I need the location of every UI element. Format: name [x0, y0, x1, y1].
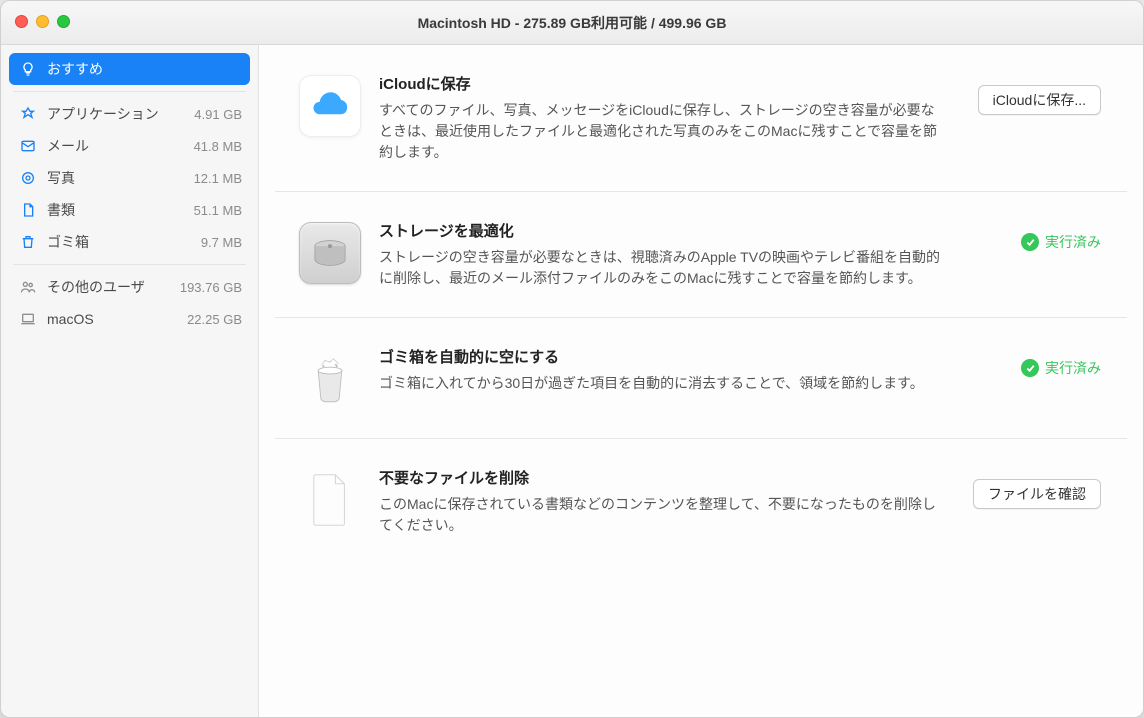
- window-title: Macintosh HD - 275.89 GB利用可能 / 499.96 GB: [1, 13, 1143, 33]
- recommendation-action: 実行済み: [959, 220, 1101, 252]
- checkmark-icon: [1021, 233, 1039, 251]
- photo-icon: [17, 170, 39, 186]
- recommendation-desc: すべてのファイル、写真、メッセージをiCloudに保存し、ストレージの空き容量が…: [379, 100, 941, 163]
- sidebar-item-photos[interactable]: 写真 12.1 MB: [9, 162, 250, 194]
- sidebar-separator: [13, 264, 246, 265]
- bulb-icon: [17, 61, 39, 77]
- recommendation-icloud: iCloudに保存 すべてのファイル、写真、メッセージをiCloudに保存し、ス…: [275, 45, 1127, 192]
- minimize-icon[interactable]: [36, 15, 49, 28]
- sidebar-item-size: 41.8 MB: [194, 139, 242, 154]
- people-icon: [17, 279, 39, 295]
- sidebar-separator: [13, 91, 246, 92]
- checkmark-icon: [1021, 359, 1039, 377]
- recommendation-optimize: ストレージを最適化 ストレージの空き容量が必要なときは、視聴済みのApple T…: [275, 192, 1127, 318]
- sidebar-item-trash[interactable]: ゴミ箱 9.7 MB: [9, 226, 250, 258]
- laptop-icon: [17, 311, 39, 327]
- store-in-icloud-button[interactable]: iCloudに保存...: [978, 85, 1101, 115]
- drive-icon: [299, 222, 361, 284]
- recommendation-desc: このMacに保存されている書類などのコンテンツを整理して、不要になったものを削除…: [379, 494, 941, 536]
- main-content: iCloudに保存 すべてのファイル、写真、メッセージをiCloudに保存し、ス…: [259, 45, 1143, 717]
- window-body: おすすめ アプリケーション 4.91 GB メール 41.8 MB: [1, 45, 1143, 717]
- sidebar-item-macos[interactable]: macOS 22.25 GB: [9, 303, 250, 335]
- sidebar-item-label: 写真: [47, 168, 194, 188]
- sidebar-item-recommendations[interactable]: おすすめ: [9, 53, 250, 85]
- sidebar-item-size: 4.91 GB: [194, 107, 242, 122]
- sidebar-item-label: メール: [47, 136, 194, 156]
- sidebar-item-documents[interactable]: 書類 51.1 MB: [9, 194, 250, 226]
- window-controls: [15, 15, 70, 28]
- trashcan-icon: [299, 348, 361, 410]
- done-label: 実行済み: [1045, 232, 1101, 252]
- file-icon: [299, 469, 361, 531]
- sidebar-item-size: 51.1 MB: [194, 203, 242, 218]
- sidebar-item-size: 22.25 GB: [187, 312, 242, 327]
- recommendation-text: 不要なファイルを削除 このMacに保存されている書類などのコンテンツを整理して、…: [379, 467, 941, 536]
- sidebar-item-size: 193.76 GB: [180, 280, 242, 295]
- recommendation-title: ゴミ箱を自動的に空にする: [379, 346, 941, 367]
- recommendation-title: ストレージを最適化: [379, 220, 941, 241]
- recommendation-reduce-clutter: 不要なファイルを削除 このMacに保存されている書類などのコンテンツを整理して、…: [275, 439, 1127, 564]
- recommendation-desc: ゴミ箱に入れてから30日が過ぎた項目を自動的に消去することで、領域を節約します。: [379, 373, 941, 394]
- recommendation-text: ゴミ箱を自動的に空にする ゴミ箱に入れてから30日が過ぎた項目を自動的に消去する…: [379, 346, 941, 394]
- done-status: 実行済み: [1021, 358, 1101, 378]
- sidebar-item-label: おすすめ: [47, 59, 242, 79]
- recommendation-title: 不要なファイルを削除: [379, 467, 941, 488]
- recommendation-action: 実行済み: [959, 346, 1101, 378]
- recommendation-text: iCloudに保存 すべてのファイル、写真、メッセージをiCloudに保存し、ス…: [379, 73, 941, 163]
- close-icon[interactable]: [15, 15, 28, 28]
- trash-icon: [17, 234, 39, 250]
- sidebar-item-label: 書類: [47, 200, 194, 220]
- recommendation-empty-trash: ゴミ箱を自動的に空にする ゴミ箱に入れてから30日が過ぎた項目を自動的に消去する…: [275, 318, 1127, 439]
- fullscreen-icon[interactable]: [57, 15, 70, 28]
- done-status: 実行済み: [1021, 232, 1101, 252]
- recommendation-action: ファイルを確認: [959, 467, 1101, 509]
- sidebar-item-size: 9.7 MB: [201, 235, 242, 250]
- done-label: 実行済み: [1045, 358, 1101, 378]
- sidebar: おすすめ アプリケーション 4.91 GB メール 41.8 MB: [1, 45, 259, 717]
- app-icon: [17, 106, 39, 122]
- recommendation-action: iCloudに保存...: [959, 73, 1101, 115]
- recommendation-text: ストレージを最適化 ストレージの空き容量が必要なときは、視聴済みのApple T…: [379, 220, 941, 289]
- recommendation-title: iCloudに保存: [379, 73, 941, 94]
- sidebar-item-label: アプリケーション: [47, 104, 194, 124]
- sidebar-item-applications[interactable]: アプリケーション 4.91 GB: [9, 98, 250, 130]
- doc-icon: [17, 202, 39, 218]
- review-files-button[interactable]: ファイルを確認: [973, 479, 1101, 509]
- mail-icon: [17, 138, 39, 154]
- sidebar-item-other-users[interactable]: その他のユーザ 193.76 GB: [9, 271, 250, 303]
- sidebar-item-label: macOS: [47, 311, 187, 327]
- icloud-icon: [299, 75, 361, 137]
- sidebar-item-size: 12.1 MB: [194, 171, 242, 186]
- titlebar: Macintosh HD - 275.89 GB利用可能 / 499.96 GB: [1, 1, 1143, 45]
- sidebar-item-label: ゴミ箱: [47, 232, 201, 252]
- storage-window: Macintosh HD - 275.89 GB利用可能 / 499.96 GB…: [0, 0, 1144, 718]
- recommendation-desc: ストレージの空き容量が必要なときは、視聴済みのApple TVの映画やテレビ番組…: [379, 247, 941, 289]
- sidebar-item-mail[interactable]: メール 41.8 MB: [9, 130, 250, 162]
- sidebar-item-label: その他のユーザ: [47, 277, 180, 297]
